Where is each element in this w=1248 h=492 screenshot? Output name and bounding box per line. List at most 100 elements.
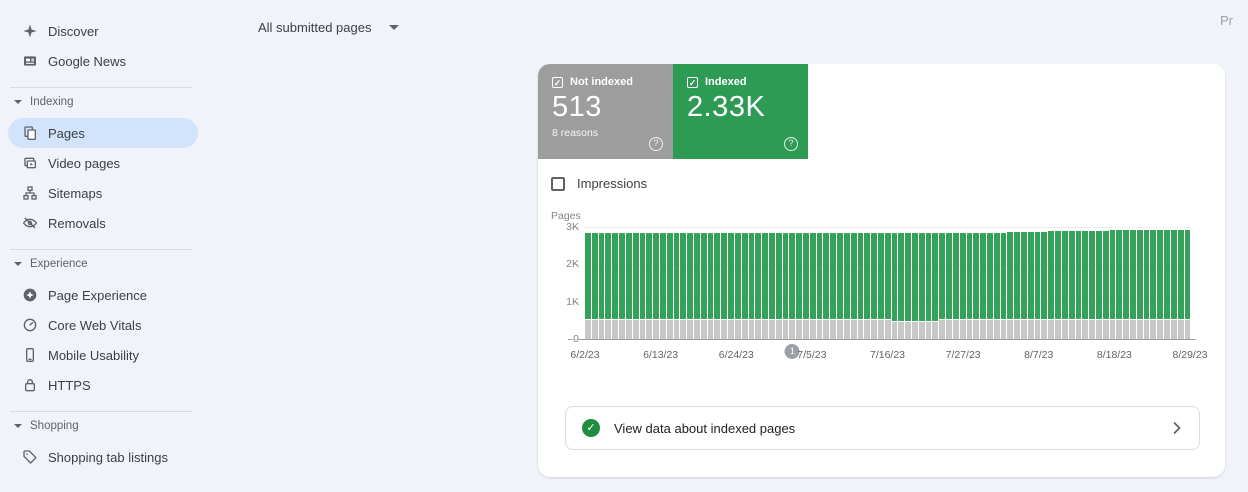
x-tick-label: 7/27/23 — [945, 349, 981, 361]
news-icon — [22, 53, 38, 69]
daily-bar — [1164, 229, 1170, 339]
checkbox-checked-icon[interactable]: ✓ — [552, 76, 563, 88]
daily-bar — [700, 232, 707, 339]
sidebar-item-removals[interactable]: Removals — [8, 208, 198, 238]
sidebar-item-https[interactable]: HTTPS — [8, 370, 198, 400]
sitemaps-icon — [22, 185, 38, 201]
y-tick-label: 1K — [566, 295, 579, 308]
index-bar-chart: 3K 2K 1K 0 1 — [566, 221, 1196, 359]
not-indexed-tile[interactable]: ✓ Not indexed 513 8 reasons ? — [538, 64, 673, 159]
removals-icon — [22, 215, 38, 231]
help-icon[interactable]: ? — [784, 137, 798, 151]
sidebar-item-page-experience[interactable]: Page Experience — [8, 280, 198, 310]
daily-bar — [1102, 230, 1109, 339]
not-indexed-reasons: 8 reasons — [552, 127, 599, 139]
daily-bar — [1007, 232, 1014, 339]
daily-bar — [1089, 230, 1095, 339]
daily-bar — [707, 233, 714, 339]
y-tick-label: 2K — [566, 258, 579, 271]
daily-bar — [993, 232, 1000, 339]
daily-bar — [673, 233, 680, 339]
daily-bar — [1177, 229, 1184, 339]
daily-bar — [952, 232, 959, 339]
daily-bar — [918, 232, 925, 339]
daily-bar — [1041, 231, 1048, 339]
pages-icon — [22, 125, 38, 141]
section-label: Experience — [30, 258, 88, 270]
daily-bar — [912, 232, 918, 339]
daily-bar — [905, 232, 911, 339]
sidebar-item-sitemaps[interactable]: Sitemaps — [8, 178, 198, 208]
x-tick-label: 7/16/23 — [869, 349, 906, 361]
sidebar-item-label: Discover — [48, 23, 99, 39]
daily-bar — [1130, 230, 1136, 339]
checkbox-unchecked-icon[interactable] — [551, 176, 565, 191]
daily-bar — [1034, 231, 1041, 339]
x-tick-label: 8/29/23 — [1172, 349, 1208, 361]
daily-bar — [946, 232, 952, 339]
daily-bar — [714, 233, 721, 339]
daily-bar — [1061, 231, 1068, 339]
not-indexed-count: 513 — [552, 91, 602, 123]
x-tick-label: 6/24/23 — [718, 349, 754, 361]
check-circle-icon: ✓ — [582, 419, 600, 437]
sidebar-item-label: HTTPS — [48, 377, 91, 393]
core-web-vitals-icon — [22, 317, 38, 333]
y-tick-label: 3K — [566, 221, 579, 233]
daily-bar — [728, 233, 734, 339]
checkbox-checked-icon[interactable]: ✓ — [687, 76, 698, 88]
daily-bar — [1157, 229, 1164, 339]
indexed-tile[interactable]: ✓ Indexed 2.33K ? — [673, 64, 808, 159]
sidebar-item-label: Pages — [48, 125, 85, 141]
sidebar-item-pages[interactable]: Pages — [8, 118, 198, 148]
x-tick-label: 7/5/23 — [797, 349, 827, 361]
x-tick-label: 6/2/23 — [570, 349, 600, 361]
indexed-count: 2.33K — [687, 91, 766, 123]
sidebar-item-google-news[interactable]: Google News — [8, 46, 198, 76]
daily-bar — [721, 232, 728, 339]
daily-bar — [925, 232, 932, 339]
chevron-right-icon[interactable] — [1173, 422, 1181, 434]
sidebar-item-discover[interactable]: Discover — [8, 16, 198, 46]
daily-bar — [591, 233, 598, 339]
sidebar-section-experience[interactable]: Experience — [8, 250, 198, 278]
section-label: Shopping — [30, 420, 79, 432]
daily-bar — [823, 233, 830, 339]
submitted-pages-filter-dropdown[interactable]: All submitted pages — [258, 16, 400, 38]
y-tick-label: 0 — [573, 333, 579, 345]
sidebar-item-video-pages[interactable]: Video pages — [8, 148, 198, 178]
video-pages-icon — [22, 155, 38, 171]
x-axis-labels: 6/2/23 6/13/23 6/24/23 7/5/23 7/16/23 7/27/23… — [570, 349, 1207, 363]
daily-bar — [932, 232, 939, 339]
profile-text: Pr — [1220, 13, 1233, 28]
help-icon[interactable]: ? — [649, 137, 663, 151]
sidebar-section-indexing[interactable]: Indexing — [8, 88, 198, 116]
daily-bar — [755, 233, 762, 339]
not-indexed-label: Not indexed — [570, 76, 633, 88]
impressions-toggle[interactable]: Impressions — [551, 176, 647, 191]
sidebar-item-shopping-tab-listings[interactable]: Shopping tab listings — [8, 442, 198, 472]
daily-bar — [986, 232, 993, 339]
daily-bar — [1055, 231, 1061, 339]
indexed-label: Indexed — [705, 76, 747, 88]
daily-bar — [1143, 230, 1150, 339]
sidebar-item-label: Core Web Vitals — [48, 317, 142, 333]
sidebar-item-label: Google News — [48, 53, 127, 69]
sidebar-item-label: Video pages — [48, 155, 121, 171]
daily-bar — [939, 232, 946, 339]
daily-bar — [1048, 231, 1055, 339]
daily-bar — [837, 232, 843, 339]
sidebar-item-core-web-vitals[interactable]: Core Web Vitals — [8, 310, 198, 340]
daily-bar — [803, 233, 809, 339]
daily-bar — [884, 232, 891, 339]
sidebar-section-shopping[interactable]: Shopping — [8, 412, 198, 440]
daily-bar — [646, 233, 653, 339]
daily-bar — [857, 232, 864, 339]
daily-bar — [843, 233, 850, 339]
daily-bar — [659, 232, 666, 339]
sidebar-item-mobile-usability[interactable]: Mobile Usability — [8, 340, 198, 370]
daily-bar — [666, 233, 673, 339]
daily-bar — [687, 233, 693, 339]
daily-bar — [748, 232, 755, 339]
view-indexed-data-row[interactable]: ✓ View data about indexed pages — [565, 406, 1200, 450]
